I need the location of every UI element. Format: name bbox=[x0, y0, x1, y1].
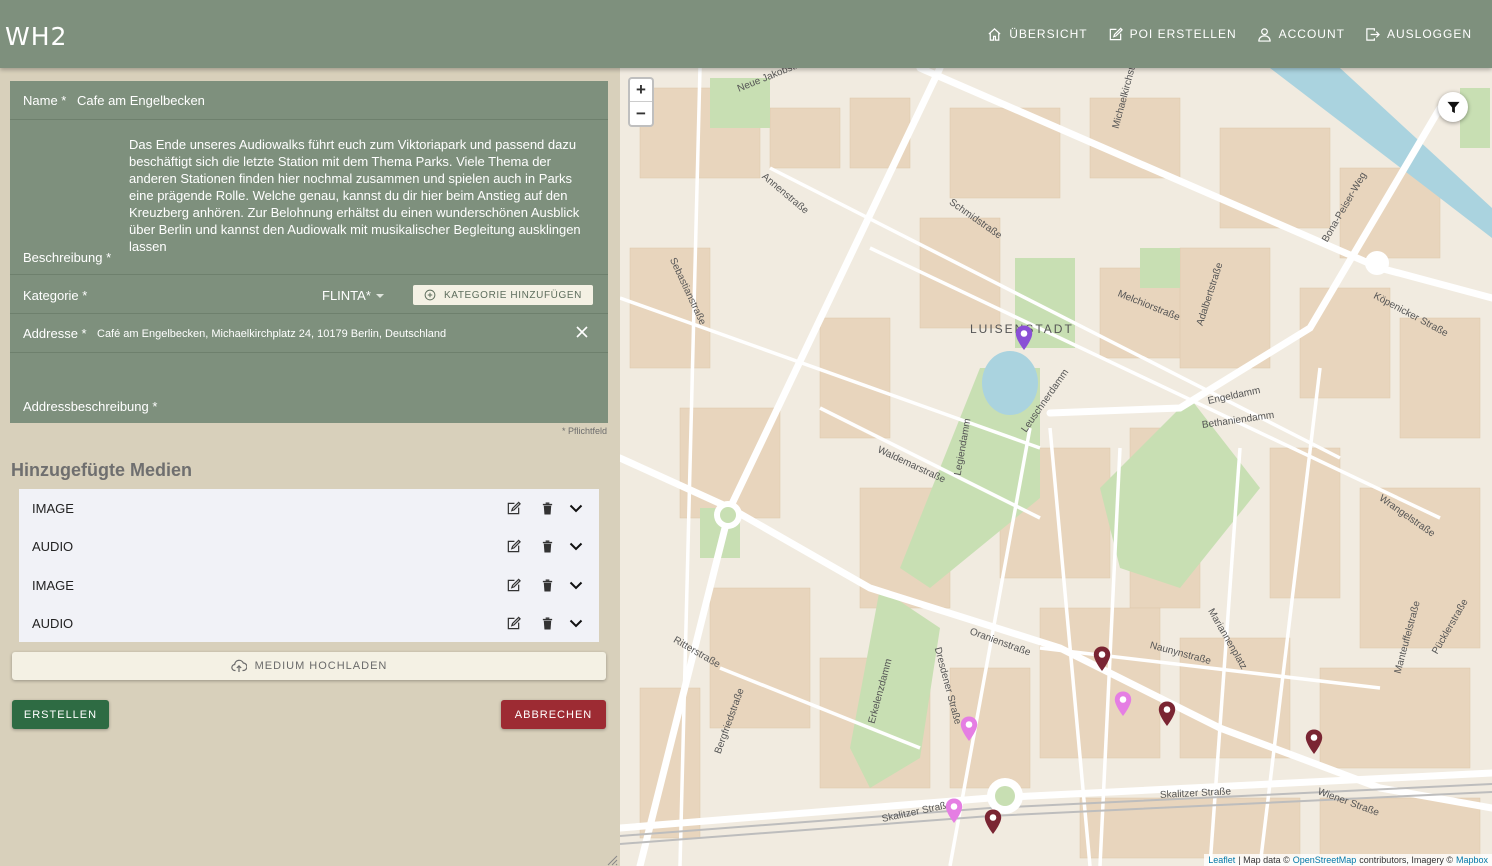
edit-icon[interactable] bbox=[506, 616, 521, 631]
main-nav: ÜBERSICHT POI ERSTELLEN ACCOUNT AUSLOGGE… bbox=[987, 0, 1492, 68]
poi-marker-dark[interactable] bbox=[984, 809, 1002, 835]
mapbox-link[interactable]: Mapbox bbox=[1456, 855, 1488, 865]
upload-media-button[interactable]: MEDIUM HOCHLADEN bbox=[12, 652, 606, 680]
media-item[interactable]: AUDIO bbox=[19, 604, 599, 642]
add-category-button[interactable]: KATEGORIE HINZUFÜGEN bbox=[413, 285, 593, 305]
zoom-out-button[interactable]: − bbox=[630, 102, 652, 125]
media-item[interactable]: IMAGE bbox=[19, 566, 599, 604]
nav-logout[interactable]: AUSLOGGEN bbox=[1365, 27, 1472, 42]
leaflet-link[interactable]: Leaflet bbox=[1208, 855, 1235, 865]
edit-icon[interactable] bbox=[506, 539, 521, 554]
poi-form: Name * Cafe am Engelbecken Beschreibung … bbox=[10, 81, 608, 423]
map-view[interactable]: LUISENSTADT Neue Jakobstraße Annenstraße… bbox=[620, 68, 1492, 866]
caret-down-icon bbox=[375, 293, 384, 298]
poi-marker-dark[interactable] bbox=[1158, 701, 1176, 727]
map-attribution: Leaflet | Map data © OpenStreetMap contr… bbox=[1204, 854, 1492, 866]
attribution-text: | Map data © bbox=[1238, 855, 1290, 865]
upload-media-label: MEDIUM HOCHLADEN bbox=[254, 660, 388, 672]
nav-overview-label: ÜBERSICHT bbox=[1009, 27, 1088, 41]
user-icon bbox=[1257, 27, 1271, 42]
nav-overview[interactable]: ÜBERSICHT bbox=[987, 27, 1087, 42]
media-type-label: IMAGE bbox=[32, 500, 74, 516]
poi-marker-dark[interactable] bbox=[1305, 729, 1323, 755]
zoom-in-button[interactable]: + bbox=[630, 79, 652, 102]
category-selected-value: FLINTA* bbox=[322, 288, 371, 303]
resize-grip-icon[interactable] bbox=[606, 854, 618, 866]
close-icon[interactable] bbox=[574, 324, 590, 340]
chevron-down-icon[interactable] bbox=[568, 538, 584, 554]
osm-link[interactable]: OpenStreetMap bbox=[1293, 855, 1357, 865]
plus-circle-icon bbox=[424, 289, 436, 301]
edit-icon bbox=[1109, 27, 1123, 40]
filter-icon bbox=[1446, 101, 1460, 113]
nav-account-label: ACCOUNT bbox=[1278, 27, 1345, 41]
address-field[interactable]: Addresse * Café am Engelbecken, Michaelk… bbox=[10, 314, 608, 353]
app-logo[interactable]: WH2 bbox=[5, 22, 67, 51]
media-type-label: AUDIO bbox=[32, 538, 74, 554]
address-label: Addresse * bbox=[23, 326, 87, 341]
nav-account[interactable]: ACCOUNT bbox=[1257, 27, 1345, 42]
category-label: Kategorie * bbox=[23, 288, 88, 303]
top-navbar: WH2 ÜBERSICHT POI ERSTELLEN ACCOUNT AUSL… bbox=[0, 0, 1492, 68]
trash-icon[interactable] bbox=[541, 539, 554, 553]
media-type-label: IMAGE bbox=[32, 577, 74, 593]
required-hint: * Pflichtfeld bbox=[561, 426, 607, 436]
poi-marker-dark[interactable] bbox=[1093, 646, 1111, 672]
trash-icon[interactable] bbox=[541, 501, 554, 515]
edit-icon[interactable] bbox=[506, 578, 521, 593]
name-input[interactable]: Cafe am Engelbecken bbox=[77, 93, 205, 108]
add-category-label: KATEGORIE HINZUFÜGEN bbox=[444, 289, 582, 301]
chevron-down-icon[interactable] bbox=[568, 500, 584, 516]
media-list: IMAGE AUDIO IMAGE AUDIO bbox=[19, 489, 599, 642]
poi-marker-purple[interactable] bbox=[1015, 325, 1033, 351]
nav-create-poi[interactable]: POI ERSTELLEN bbox=[1108, 27, 1237, 42]
trash-icon[interactable] bbox=[541, 578, 554, 592]
poi-marker-pink[interactable] bbox=[1114, 691, 1132, 717]
chevron-down-icon[interactable] bbox=[568, 615, 584, 631]
address-description-label: Addressbeschreibung * bbox=[23, 399, 158, 414]
nav-create-poi-label: POI ERSTELLEN bbox=[1129, 27, 1237, 41]
name-field[interactable]: Name * Cafe am Engelbecken bbox=[10, 81, 608, 120]
media-type-label: AUDIO bbox=[32, 615, 74, 631]
address-description-field[interactable]: Addressbeschreibung * bbox=[10, 353, 608, 423]
category-select[interactable]: FLINTA* bbox=[322, 288, 384, 303]
address-input[interactable]: Café am Engelbecken, Michaelkirchplatz 2… bbox=[97, 328, 446, 340]
create-button[interactable]: ERSTELLEN bbox=[12, 700, 109, 729]
poi-marker-pink[interactable] bbox=[960, 716, 978, 742]
home-icon bbox=[988, 27, 1001, 41]
poi-form-panel: Name * Cafe am Engelbecken Beschreibung … bbox=[0, 68, 620, 866]
nav-logout-label: AUSLOGGEN bbox=[1386, 27, 1472, 41]
cloud-upload-icon bbox=[230, 659, 247, 672]
poi-marker-pink[interactable] bbox=[945, 798, 963, 824]
chevron-down-icon[interactable] bbox=[568, 577, 584, 593]
name-label: Name * bbox=[23, 93, 67, 108]
map-filter-button[interactable] bbox=[1438, 92, 1468, 122]
trash-icon[interactable] bbox=[541, 616, 554, 630]
zoom-control: + − bbox=[628, 77, 654, 127]
description-textarea[interactable]: Das Ende unseres Audiowalks führt euch z… bbox=[129, 136, 599, 255]
description-label: Beschreibung * bbox=[23, 250, 112, 265]
edit-icon[interactable] bbox=[506, 501, 521, 516]
logout-icon bbox=[1366, 27, 1380, 41]
media-item[interactable]: AUDIO bbox=[19, 527, 599, 565]
media-section-title: Hinzugefügte Medien bbox=[11, 460, 192, 480]
media-item[interactable]: IMAGE bbox=[19, 489, 599, 527]
attribution-text: contributors, Imagery © bbox=[1359, 855, 1453, 865]
cancel-button[interactable]: ABBRECHEN bbox=[501, 700, 606, 729]
description-field[interactable]: Beschreibung * Das Ende unseres Audiowal… bbox=[10, 120, 608, 275]
category-field: Kategorie * FLINTA* KATEGORIE HINZUFÜGEN bbox=[10, 275, 608, 314]
